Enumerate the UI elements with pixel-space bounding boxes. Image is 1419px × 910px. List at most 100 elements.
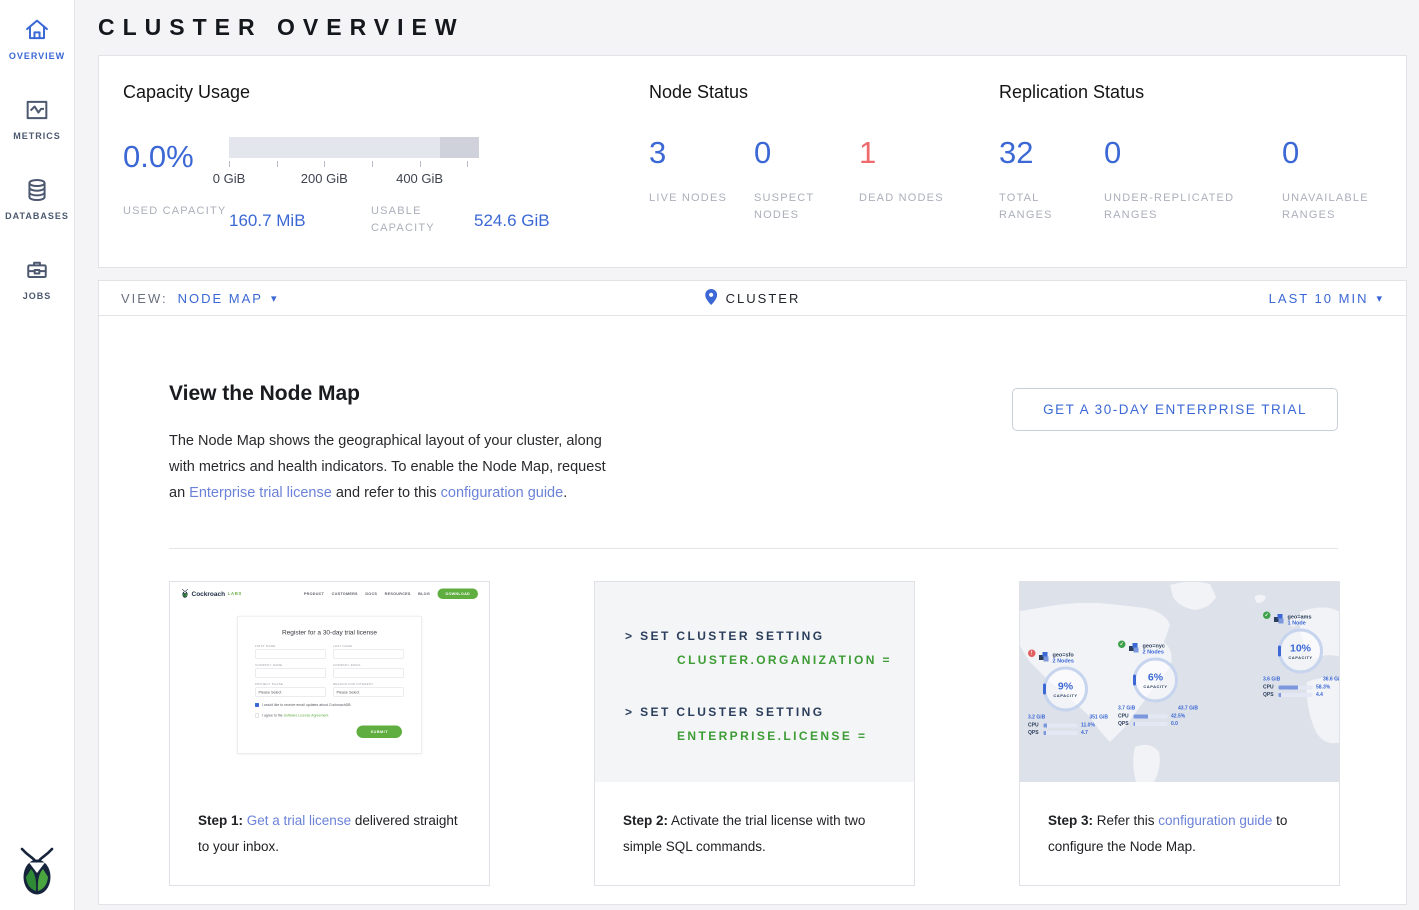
get-trial-license-link[interactable]: Get a trial license: [247, 813, 351, 828]
cockroach-bug-icon: [181, 589, 189, 599]
live-nodes-value: 3: [649, 137, 754, 168]
node-map-preview: ! geo=sfo 2 Nodes: [1020, 582, 1339, 782]
node-count: 2 Nodes: [1053, 658, 1074, 665]
sidebar-item-label: DATABASES: [5, 211, 69, 221]
sidebar-item-label: METRICS: [13, 131, 61, 141]
chevron-down-icon: ▾: [271, 292, 279, 305]
view-bar: VIEW: NODE MAP ▾ CLUSTER LAST 10 MIN ▾: [98, 280, 1407, 316]
time-range-value: LAST 10 MIN: [1269, 291, 1369, 306]
capacity-gauge-bar: [229, 137, 479, 158]
sql-commands-preview: > SET CLUSTER SETTING CLUSTER.ORGANIZATI…: [595, 582, 914, 782]
map-node-ams: ✓ geo=ams 1 Node: [1263, 614, 1339, 700]
node-map-intro: View the Node Map The Node Map shows the…: [169, 382, 621, 506]
description-text: and refer to this: [332, 485, 441, 501]
used-capacity-label: USED CAPACITY: [123, 203, 229, 220]
nav-item: PRODUCT: [304, 591, 324, 596]
checkbox-unchecked: [255, 714, 259, 718]
view-selector-dropdown[interactable]: NODE MAP ▾: [178, 291, 279, 306]
ok-badge-icon: ✓: [1118, 641, 1126, 649]
capacity-gauge: 0 GiB 200 GiB 400 GiB: [229, 137, 479, 187]
sidebar-item-label: OVERVIEW: [9, 51, 65, 61]
gauge-tick-label: 0 GiB: [213, 171, 246, 186]
brand-suffix: LABS: [228, 591, 242, 596]
capacity-gauge-nonusable-segment: [440, 137, 479, 158]
alert-badge-icon: !: [1028, 650, 1036, 658]
submit-button: SUBMIT: [357, 726, 402, 739]
sidebar-item-metrics[interactable]: METRICS: [0, 96, 75, 176]
trial-license-site-preview: Cockroach LABS PRODUCT CUSTOMERS DOCS RE…: [170, 582, 489, 782]
replication-status-title: Replication Status: [999, 82, 1419, 103]
live-nodes-label: LIVE NODES: [649, 190, 741, 207]
total-ranges-label: TOTAL RANGES: [999, 190, 1091, 224]
step-2-caption: Step 2: Activate the trial license with …: [595, 782, 914, 885]
text-input: [333, 650, 404, 659]
node-map-panel: View the Node Map The Node Map shows the…: [98, 315, 1407, 905]
step-1-card: Cockroach LABS PRODUCT CUSTOMERS DOCS RE…: [169, 581, 490, 886]
capacity-ring: 9% CAPACITY: [1043, 667, 1088, 712]
capacity-usage-title: Capacity Usage: [123, 82, 649, 103]
step-3-card: ! geo=sfo 2 Nodes: [1019, 581, 1340, 886]
trial-register-form: Register for a 30-day trial license FIRS…: [238, 616, 422, 754]
configuration-guide-link[interactable]: configuration guide: [441, 485, 564, 501]
node-map-description: The Node Map shows the geographical layo…: [169, 428, 621, 506]
chevron-down-icon: ▾: [1376, 292, 1384, 305]
text-input: [333, 669, 404, 678]
node-status-section: Node Status 3 LIVE NODES 0 SUSPECT NODES…: [649, 82, 999, 237]
field-label: PROJECT PHASE: [255, 683, 326, 686]
cockroach-labs-wordmark: Cockroach LABS: [181, 589, 242, 599]
view-label: VIEW:: [121, 291, 168, 306]
field-label: COMPANY NAME: [255, 664, 326, 667]
capacity-ring: 6% CAPACITY: [1133, 658, 1178, 703]
total-ranges-stat: 32 TOTAL RANGES: [999, 137, 1104, 224]
unavailable-ranges-label: UNAVAILABLE RANGES: [1282, 190, 1392, 224]
sidebar-item-overview[interactable]: OVERVIEW: [0, 16, 75, 96]
step-2-card: > SET CLUSTER SETTING CLUSTER.ORGANIZATI…: [594, 581, 915, 886]
capacity-ring: 10% CAPACITY: [1278, 629, 1323, 674]
nav-item: CUSTOMERS: [332, 591, 358, 596]
sidebar-item-databases[interactable]: DATABASES: [0, 176, 75, 256]
step-label: Step 2:: [623, 813, 668, 828]
breadcrumb-cluster: CLUSTER: [726, 291, 801, 306]
metrics-icon: [23, 96, 51, 124]
text-input: [255, 669, 326, 678]
description-text: .: [563, 485, 567, 501]
page-title: CLUSTER OVERVIEW: [98, 14, 1407, 41]
configuration-guide-link[interactable]: configuration guide: [1158, 813, 1272, 828]
enterprise-trial-button[interactable]: GET A 30-DAY ENTERPRISE TRIAL: [1012, 388, 1338, 431]
sidebar-item-jobs[interactable]: JOBS: [0, 256, 75, 336]
capacity-gauge-ticks: [229, 161, 479, 169]
checkbox-checked: [255, 703, 259, 707]
checkbox-label: I agree to the Software License Agreemen…: [262, 714, 329, 718]
suspect-nodes-label: SUSPECT NODES: [754, 190, 846, 224]
gauge-tick-label: 200 GiB: [301, 171, 348, 186]
enterprise-trial-license-link[interactable]: Enterprise trial license: [189, 485, 332, 501]
dead-nodes-value: 1: [859, 137, 964, 168]
suspect-nodes-value: 0: [754, 137, 859, 168]
download-pill: DOWNLOAD: [438, 588, 479, 599]
under-replicated-ranges-label: UNDER-REPLICATED RANGES: [1104, 190, 1264, 224]
unavailable-ranges-stat: 0 UNAVAILABLE RANGES: [1282, 137, 1419, 224]
main-content: CLUSTER OVERVIEW Capacity Usage 0.0% 0 G…: [75, 0, 1419, 905]
under-replicated-ranges-value: 0: [1104, 137, 1282, 168]
home-icon: [23, 16, 51, 44]
suspect-nodes-stat: 0 SUSPECT NODES: [754, 137, 859, 224]
section-divider: [169, 548, 1338, 549]
replication-status-section: Replication Status 32 TOTAL RANGES 0 UND…: [999, 82, 1419, 237]
cockroach-logo: [16, 846, 58, 896]
step-1-caption: Step 1: Get a trial license delivered st…: [170, 782, 489, 885]
usable-capacity-value: 524.6 GiB: [474, 203, 550, 231]
breadcrumb: CLUSTER: [705, 289, 801, 308]
ok-badge-icon: ✓: [1263, 612, 1271, 620]
step-3-caption: Step 3: Refer this configuration guide t…: [1020, 782, 1339, 885]
select-input: Please Select: [333, 688, 404, 697]
field-label: LAST NAME: [333, 645, 404, 648]
time-range-dropdown[interactable]: LAST 10 MIN ▾: [1269, 291, 1384, 306]
gauge-tick-label: 400 GiB: [396, 171, 443, 186]
select-input: Please Select: [255, 688, 326, 697]
dead-nodes-label: DEAD NODES: [859, 190, 951, 207]
field-label: FIRST NAME: [255, 645, 326, 648]
mini-site-nav: PRODUCT CUSTOMERS DOCS RESOURCES BLOG DO…: [304, 588, 478, 599]
cluster-summary-panel: Capacity Usage 0.0% 0 GiB 200 GiB 400 Gi…: [98, 55, 1407, 268]
field-label: COMPANY EMAIL: [333, 664, 404, 667]
step-label: Step 3:: [1048, 813, 1093, 828]
